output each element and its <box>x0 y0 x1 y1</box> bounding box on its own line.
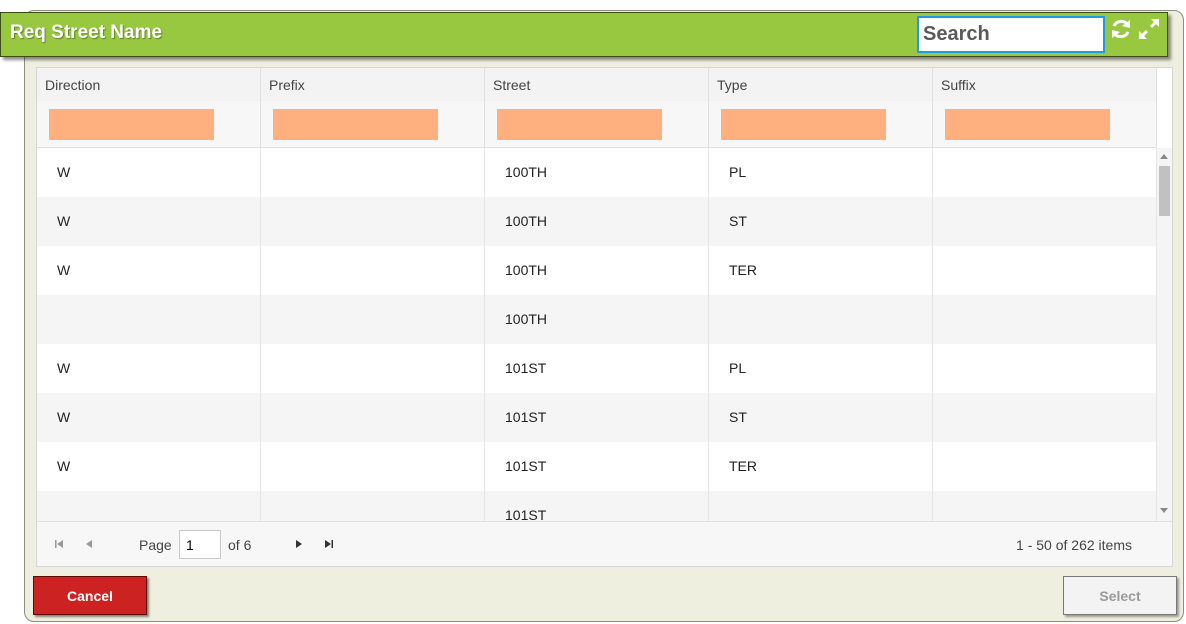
column-header-street[interactable]: Street <box>485 68 709 101</box>
filter-input-type[interactable] <box>721 109 886 140</box>
column-header-direction[interactable]: Direction <box>37 68 261 101</box>
grid-header: Direction Prefix Street Type Suffix <box>37 68 1157 102</box>
column-header-suffix[interactable]: Suffix <box>933 68 1157 101</box>
cell-street: 100TH <box>485 246 709 295</box>
cell-suffix <box>933 148 1157 197</box>
table-row[interactable]: W 101ST TER <box>37 442 1157 491</box>
scroll-thumb[interactable] <box>1159 166 1170 216</box>
filter-cell <box>485 101 709 147</box>
cell-suffix <box>933 197 1157 246</box>
cell-suffix <box>933 295 1157 344</box>
cell-direction: W <box>37 442 261 491</box>
cancel-button[interactable]: Cancel <box>33 576 147 615</box>
vertical-scrollbar[interactable] <box>1157 148 1172 521</box>
next-page-icon[interactable] <box>293 538 305 550</box>
table-row[interactable]: W 101ST PL <box>37 344 1157 393</box>
cell-prefix <box>261 197 485 246</box>
cell-direction <box>37 295 261 344</box>
cell-suffix <box>933 491 1157 521</box>
filter-input-prefix[interactable] <box>273 109 438 140</box>
last-page-icon[interactable] <box>323 538 335 550</box>
cell-suffix <box>933 442 1157 491</box>
expand-icon[interactable] <box>1137 17 1161 41</box>
grid-pager: Page of 6 1 - 50 of 262 items <box>37 521 1172 566</box>
column-header-type[interactable]: Type <box>709 68 933 101</box>
cell-street: 101ST <box>485 491 709 521</box>
cell-suffix <box>933 344 1157 393</box>
cell-direction: W <box>37 148 261 197</box>
filter-input-street[interactable] <box>497 109 662 140</box>
table-row[interactable]: W 100TH ST <box>37 197 1157 246</box>
cell-type: PL <box>709 344 933 393</box>
street-grid: Direction Prefix Street Type Suffix W 10… <box>36 67 1173 567</box>
table-row[interactable]: W 100TH TER <box>37 246 1157 295</box>
cell-direction: W <box>37 393 261 442</box>
table-row[interactable]: W 100TH PL <box>37 148 1157 197</box>
cell-type: ST <box>709 393 933 442</box>
cell-type: TER <box>709 442 933 491</box>
page-count-label: of 6 <box>228 537 252 553</box>
filter-input-direction[interactable] <box>49 109 214 140</box>
cell-prefix <box>261 393 485 442</box>
cell-prefix <box>261 295 485 344</box>
filter-cell <box>933 101 1157 147</box>
filter-cell <box>261 101 485 147</box>
filter-row <box>37 101 1157 148</box>
scroll-down-arrow-icon[interactable] <box>1160 508 1168 513</box>
scroll-up-arrow-icon[interactable] <box>1160 154 1168 159</box>
select-button[interactable]: Select <box>1063 576 1177 615</box>
page-label: Page <box>139 537 172 553</box>
previous-page-icon[interactable] <box>83 538 95 550</box>
cell-prefix <box>261 491 485 521</box>
cell-prefix <box>261 442 485 491</box>
grid-body: W 100TH PL W 100TH ST W 100TH TER 100TH <box>37 148 1157 521</box>
table-row[interactable]: W 101ST ST <box>37 393 1157 442</box>
cell-street: 101ST <box>485 393 709 442</box>
search-input[interactable] <box>917 16 1105 53</box>
cell-street: 100TH <box>485 197 709 246</box>
cell-prefix <box>261 148 485 197</box>
cell-type: ST <box>709 197 933 246</box>
cell-type: PL <box>709 148 933 197</box>
table-row[interactable]: 101ST <box>37 491 1157 521</box>
cell-suffix <box>933 393 1157 442</box>
dialog-title: Req Street Name <box>10 22 163 43</box>
cell-suffix <box>933 246 1157 295</box>
cell-direction: W <box>37 344 261 393</box>
cell-street: 100TH <box>485 148 709 197</box>
column-header-prefix[interactable]: Prefix <box>261 68 485 101</box>
filter-input-suffix[interactable] <box>945 109 1110 140</box>
dialog-header: Req Street Name <box>0 12 1168 57</box>
filter-cell <box>709 101 933 147</box>
cell-type: TER <box>709 246 933 295</box>
items-count: 1 - 50 of 262 items <box>1016 537 1132 553</box>
cell-direction: W <box>37 246 261 295</box>
cell-type <box>709 491 933 521</box>
cell-street: 101ST <box>485 344 709 393</box>
cell-street: 100TH <box>485 295 709 344</box>
table-row[interactable]: 100TH <box>37 295 1157 344</box>
page-number-input[interactable] <box>179 530 221 559</box>
cell-prefix <box>261 246 485 295</box>
first-page-icon[interactable] <box>53 538 65 550</box>
cell-type <box>709 295 933 344</box>
cell-direction: W <box>37 197 261 246</box>
cell-direction <box>37 491 261 521</box>
cell-prefix <box>261 344 485 393</box>
filter-cell <box>37 101 261 147</box>
refresh-icon[interactable] <box>1109 17 1133 41</box>
cell-street: 101ST <box>485 442 709 491</box>
